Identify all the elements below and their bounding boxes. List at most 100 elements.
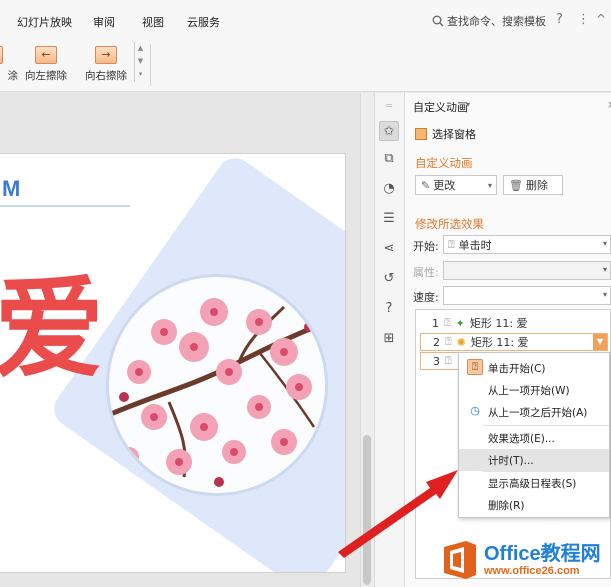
- mouse-click-icon: ⍰: [467, 359, 483, 375]
- wipe-right-button[interactable]: → 向右擦除: [78, 44, 134, 88]
- search-placeholder: 查找命令、搜索模板: [447, 15, 546, 28]
- menu-cloud-service[interactable]: 云服务: [187, 14, 220, 30]
- help-icon[interactable]: ?: [556, 12, 563, 27]
- property-label: 属性:: [413, 266, 439, 279]
- speed-select[interactable]: ▾: [443, 286, 611, 305]
- animation-dropdown-icon[interactable]: ▼: [593, 334, 607, 350]
- menu-start-on-click[interactable]: ⍰ 单击开始(C): [459, 357, 609, 379]
- history-icon[interactable]: ↺: [379, 269, 399, 289]
- grip-icon[interactable]: ═: [379, 97, 399, 117]
- change-effect-button[interactable]: ✎ 更改 ▾: [415, 175, 497, 195]
- arrow-right-icon: →: [95, 46, 117, 64]
- speed-chevron-icon: ▾: [602, 290, 607, 299]
- start-value: 单击时: [458, 238, 492, 252]
- gallery-scroll[interactable]: ▲ ▼ ▾: [134, 42, 146, 82]
- selection-pane-label: 选择窗格: [432, 128, 476, 141]
- watermark-url: www.office26.com: [484, 564, 580, 577]
- menu-label: 计时(T)...: [488, 454, 534, 467]
- wipe-partial-label: 涂: [7, 70, 19, 82]
- menu-show-advanced-timeline[interactable]: 显示高级日程表(S): [459, 472, 609, 494]
- menu-effect-options[interactable]: 效果选项(E)...: [459, 427, 609, 449]
- apps-grid-icon[interactable]: ⊞: [379, 329, 399, 349]
- slide[interactable]: M 爱: [0, 153, 346, 573]
- start-chevron-icon: ▾: [602, 239, 607, 248]
- delete-label: 删除: [525, 179, 548, 192]
- menu-label: 从上一项之后开始(A): [488, 406, 588, 419]
- more-icon[interactable]: ⋮: [577, 12, 590, 27]
- mouse-click-icon: ⍰: [448, 237, 455, 251]
- collapse-ribbon-icon[interactable]: ^: [596, 12, 606, 26]
- slide-divider: [0, 205, 130, 207]
- arrow-left-icon: ←: [35, 46, 57, 64]
- task-pane-tabs: ═ ✩ ⧉ ◔ ☰ ⋖ ↺ ? ⊞: [374, 93, 404, 587]
- menu-review[interactable]: 审阅: [93, 14, 115, 30]
- animation-number: 3: [433, 354, 440, 368]
- change-dropdown-icon: ▾: [487, 180, 492, 190]
- slide-tag: M: [2, 176, 21, 201]
- start-select[interactable]: ⍰ 单击时 ▾: [443, 235, 611, 254]
- selection-pane-button[interactable]: 选择窗格: [415, 126, 476, 142]
- animation-name: 矩形 11: 爱: [469, 317, 528, 330]
- clock-icon: ◷: [470, 404, 480, 417]
- custom-animation-tab-icon[interactable]: ✩: [379, 121, 399, 141]
- entrance-star-icon: ✦: [455, 316, 465, 330]
- search-icon: [432, 15, 444, 27]
- animation-context-menu: ⍰ 单击开始(C) 从上一项开始(W) ◷ 从上一项之后开始(A) 效果选项(E…: [458, 352, 610, 518]
- slide-transition-icon[interactable]: ⧉: [379, 149, 399, 169]
- menu-label: 删除(R): [488, 499, 525, 512]
- menu-label: 单击开始(C): [488, 362, 546, 375]
- pane-close-icon[interactable]: ×: [607, 98, 611, 111]
- mouse-click-icon: ⍰: [445, 335, 452, 348]
- emphasis-star-icon: ✺: [456, 335, 466, 349]
- menu-timing[interactable]: 计时(T)...: [459, 449, 609, 471]
- wipe-left-button[interactable]: ← 向左擦除: [18, 44, 74, 88]
- delete-effect-button[interactable]: 🗑 删除: [503, 175, 563, 195]
- menu-label: 显示高级日程表(S): [488, 477, 577, 490]
- office-logo-icon: [444, 541, 476, 579]
- share-icon[interactable]: ⋖: [379, 239, 399, 259]
- section-custom-animation: 自定义动画: [415, 156, 473, 170]
- wipe-left-label: 向左擦除: [25, 70, 67, 82]
- section-modify-effect: 修改所选效果: [415, 217, 484, 231]
- help-circle-icon[interactable]: ?: [379, 299, 399, 319]
- slide-canvas: M 爱: [0, 93, 360, 587]
- pane-title-chevron-icon[interactable]: ▾: [466, 100, 470, 109]
- menu-label: 从上一项开始(W): [488, 384, 570, 397]
- property-chevron-icon: ▾: [602, 265, 607, 274]
- properties-icon[interactable]: ☰: [379, 209, 399, 229]
- animation-number: 2: [433, 335, 440, 349]
- start-label: 开始:: [413, 240, 439, 253]
- animation-item-selected[interactable]: 2 ⍰ ✺ 矩形 11: 爱 ▼: [420, 333, 608, 351]
- mouse-click-icon: ⍰: [444, 316, 451, 329]
- command-search[interactable]: 查找命令、搜索模板: [432, 13, 546, 29]
- menu-bar: 幻灯片放映 审阅 视图 云服务 查找命令、搜索模板 ? ⋮ ^: [0, 0, 611, 40]
- menu-view[interactable]: 视图: [142, 14, 164, 30]
- shapes-icon[interactable]: ◔: [379, 179, 399, 199]
- slide-big-char[interactable]: 爱: [0, 274, 104, 384]
- menu-start-after-previous[interactable]: ◷ 从上一项之后开始(A): [459, 401, 609, 423]
- animation-number: 1: [432, 316, 439, 330]
- ribbon: 涂 ← 向左擦除 → 向右擦除 ▲ ▼ ▾: [0, 40, 611, 92]
- watermark: Office教程网 www.office26.com: [440, 536, 610, 584]
- wipe-right-label: 向右擦除: [85, 70, 127, 82]
- menu-separator: [483, 425, 609, 426]
- menu-start-with-previous[interactable]: 从上一项开始(W): [459, 379, 609, 401]
- ribbon-divider: [150, 44, 151, 86]
- speed-label: 速度:: [413, 291, 439, 304]
- watermark-brand: Office教程网: [484, 542, 601, 565]
- menu-slideshow[interactable]: 幻灯片放映: [17, 14, 72, 30]
- wipe-icon: [0, 46, 3, 64]
- property-select[interactable]: ▾: [443, 261, 611, 280]
- canvas-scroll-thumb[interactable]: [363, 435, 371, 585]
- animation-name: 矩形 11: 爱: [470, 336, 529, 349]
- selection-pane-icon: [415, 128, 427, 140]
- cherry-blossom-image[interactable]: [106, 274, 328, 496]
- pencil-icon: ✎: [421, 178, 431, 192]
- menu-delete[interactable]: 删除(R): [459, 494, 609, 516]
- animation-item[interactable]: 1 ⍰ ✦ 矩形 11: 爱: [420, 314, 608, 332]
- wipe-partial-button[interactable]: 涂: [0, 44, 20, 88]
- menu-label: 效果选项(E)...: [488, 432, 555, 445]
- pane-title[interactable]: 自定义动画: [413, 99, 468, 115]
- trash-icon: 🗑: [509, 178, 523, 192]
- change-label: 更改: [433, 179, 456, 192]
